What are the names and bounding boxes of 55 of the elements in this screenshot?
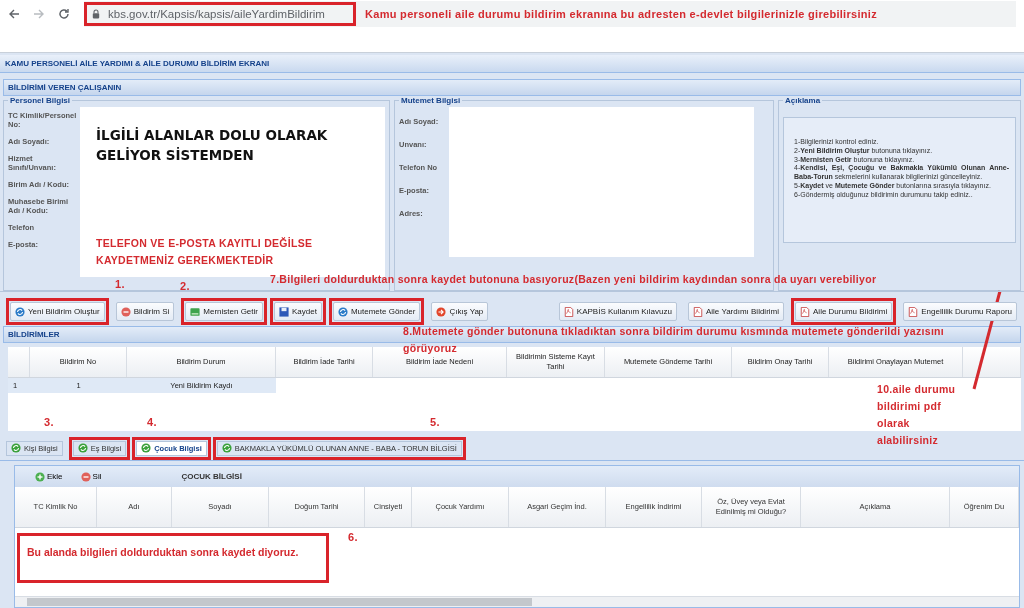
back-arrow-icon[interactable] <box>8 8 20 20</box>
minus-circle-icon <box>120 306 131 317</box>
refresh-icon <box>141 443 152 453</box>
section-legend: Personel Bilgisi <box>8 96 73 105</box>
annotation-text: 10.aile durumu bildirimi pdf olarak alabilirsiniz <box>877 382 957 448</box>
toolbar-button[interactable]: Aile Yardımı Bildirimi <box>687 302 785 321</box>
refresh-icon <box>77 443 88 453</box>
toolbar-button[interactable]: Ekle <box>33 471 65 482</box>
annotation-text: TELEFON VE E-POSTA KAYITLI DEĞİLSE KAYDETMENİZ GEREKMEKTEDİR <box>96 236 314 268</box>
annotation-text: 1. <box>115 278 125 290</box>
refresh-icon <box>221 443 232 453</box>
lock-icon <box>92 9 100 19</box>
toolbar-button[interactable]: Mernisten Getir <box>185 302 263 321</box>
pdf-icon <box>563 306 574 317</box>
address-bar[interactable]: kbs.gov.tr/Kapsis/kapsis/aileYardimBildirim <box>88 8 325 20</box>
annotation-text: 3. <box>44 416 54 428</box>
window-title: KAMU PERSONELİ AİLE YARDIMI & AİLE DURUMU BİLDİRİM EKRANI <box>0 55 1024 73</box>
pdf-icon <box>800 306 811 317</box>
horizontal-scrollbar[interactable] <box>15 596 1019 607</box>
pdf-icon <box>692 306 703 317</box>
pdf-icon <box>908 306 919 317</box>
scroll-thumb[interactable] <box>27 598 532 606</box>
annotation-text: görüyoruz <box>403 341 458 356</box>
toolbar-button[interactable]: Mutemete Gönder <box>332 302 421 321</box>
annotation-text: 6. <box>348 531 358 543</box>
annotation-text: 5. <box>430 416 440 428</box>
section-header: BİLDİRİMİ VEREN ÇALIŞANIN <box>3 79 1021 96</box>
annotation-text: 8.Mutemete gönder butonuna tıkladıktan sonra bildirim durumu kısmında mutemete gönderildi yazısını <box>403 324 945 339</box>
annotation-text: Kamu personeli aile durumu bildirim ekranına bu adresten e-devlet bilgilerinizle girebilirsiniz <box>365 8 877 20</box>
plus-circle-icon <box>35 471 45 482</box>
refresh-icon <box>11 443 21 453</box>
card-icon <box>190 306 201 317</box>
toolbar-button[interactable]: Engellilik Durumu Raporu <box>903 302 1017 321</box>
floppy-icon <box>279 306 289 317</box>
section-legend: Açıklama <box>783 96 823 105</box>
toolbar-button[interactable]: KAPBİS Kullanım Kılavuzu <box>558 302 677 321</box>
minus-circle-icon <box>80 471 91 482</box>
grid-title: ÇOCUK BİLGİSİ <box>181 472 242 481</box>
annotation-text: 2. <box>180 280 190 292</box>
annotation-box: Bu alanda bilgileri doldurduktan sonra kaydet diyoruz. <box>17 533 329 583</box>
toolbar-button[interactable]: Aile Durumu Bildirimi <box>795 302 893 321</box>
refresh-icon <box>15 306 25 317</box>
section-legend: Mutemet Bilgisi <box>399 96 463 105</box>
toolbar-button[interactable]: Sil <box>78 471 104 482</box>
toolbar-button[interactable]: Kaydet <box>274 302 322 321</box>
annotation-text: 4. <box>147 416 157 428</box>
toolbar-button[interactable]: Yeni Bildirim Oluştur <box>10 302 105 321</box>
exit-icon <box>436 306 447 317</box>
refresh-icon <box>337 306 348 317</box>
toolbar-button[interactable]: Çıkış Yap <box>431 302 489 321</box>
reload-icon[interactable] <box>58 8 70 20</box>
annotation-text: İLGİLİ ALANLAR DOLU OLARAK GELİYOR SİSTEMDEN <box>96 126 329 165</box>
toolbar-button[interactable]: Bildirim Si <box>115 302 175 321</box>
annotation-text: 7.Bilgileri doldurduktan sonra kaydet butonuna basıyoruz(Bazen yeni bildirim kaydından sonra da uyarı verebiliyor <box>270 273 877 285</box>
forward-arrow-icon[interactable] <box>33 8 45 20</box>
